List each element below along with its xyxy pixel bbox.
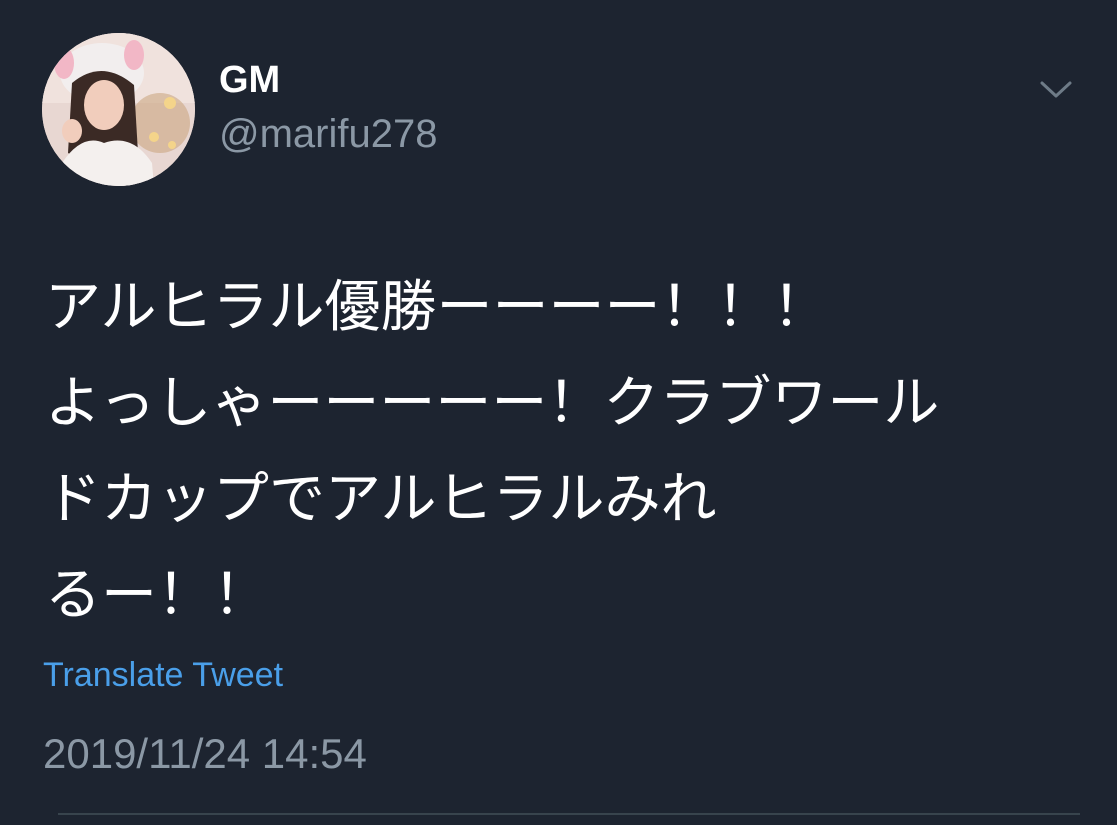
display-name[interactable]: GM	[219, 56, 280, 104]
avatar[interactable]	[42, 33, 195, 186]
tweet-menu-button[interactable]	[1036, 74, 1076, 104]
translate-tweet-link[interactable]: Translate Tweet	[43, 654, 283, 696]
profile-photo-icon	[42, 33, 195, 186]
tweet-text-line: ドカップでアルヒラルみれ	[45, 467, 717, 532]
chevron-down-icon	[1040, 81, 1072, 98]
tweet-text-line: よっしゃーーーーー！クラブワール	[45, 371, 940, 436]
tweet-text-line: るー！！	[45, 563, 269, 628]
tweet-text: アルヒラル優勝ーーーー！！！ よっしゃーーーーー！クラブワール ドカップでアルヒ…	[45, 260, 1045, 644]
tweet-card: GM @marifu278 アルヒラル優勝ーーーー！！！ よっしゃーーーーー！ク…	[0, 0, 1117, 825]
tweet-timestamp[interactable]: 2019/11/24 14:54	[43, 728, 367, 780]
user-handle[interactable]: @marifu278	[219, 108, 437, 160]
tweet-text-line: アルヒラル優勝ーーーー！！！	[45, 275, 829, 340]
divider	[58, 813, 1080, 815]
